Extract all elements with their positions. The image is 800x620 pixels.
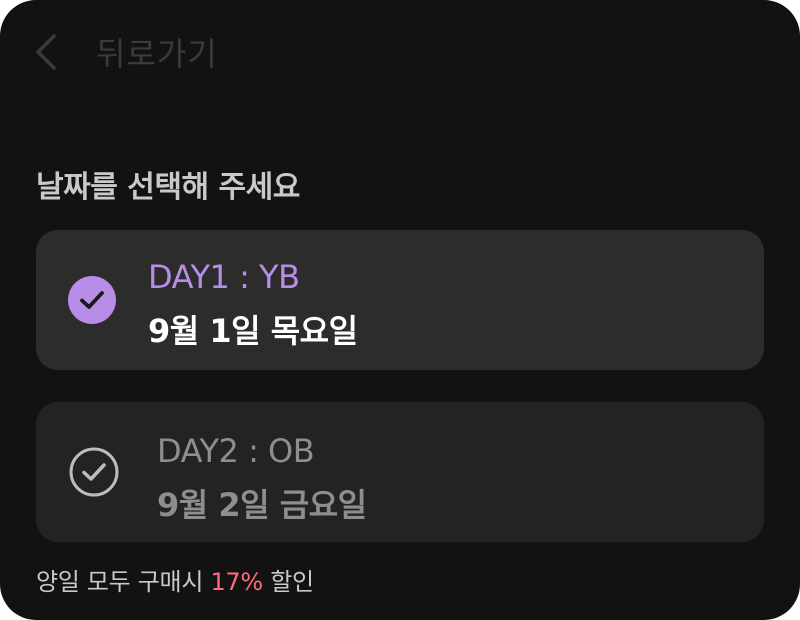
chevron-left-icon <box>30 32 60 72</box>
day-option-day1[interactable]: DAY1 : YB 9월 1일 목요일 <box>36 230 764 370</box>
day-date: 9월 2일 금요일 <box>157 486 367 524</box>
day-option-day2[interactable]: DAY2 : OB 9월 2일 금요일 <box>36 402 764 542</box>
day-date: 9월 1일 목요일 <box>148 312 358 350</box>
back-button[interactable]: 뒤로가기 <box>30 28 218 76</box>
check-circle-filled-icon <box>66 274 118 326</box>
back-label: 뒤로가기 <box>96 35 218 73</box>
discount-note: 양일 모두 구매시 17% 할인 <box>36 562 314 597</box>
section-title: 날짜를 선택해 주세요 <box>36 170 300 205</box>
discount-percent: 17% <box>210 568 263 596</box>
day-title: DAY2 : OB <box>157 432 315 470</box>
date-select-modal: 뒤로가기 날짜를 선택해 주세요 DAY1 : YB 9월 1일 목요일 DAY… <box>0 0 800 620</box>
discount-prefix: 양일 모두 구매시 <box>36 568 211 596</box>
discount-suffix: 할인 <box>262 568 314 596</box>
check-circle-outline-icon <box>68 446 120 498</box>
day-title: DAY1 : YB <box>148 258 300 296</box>
